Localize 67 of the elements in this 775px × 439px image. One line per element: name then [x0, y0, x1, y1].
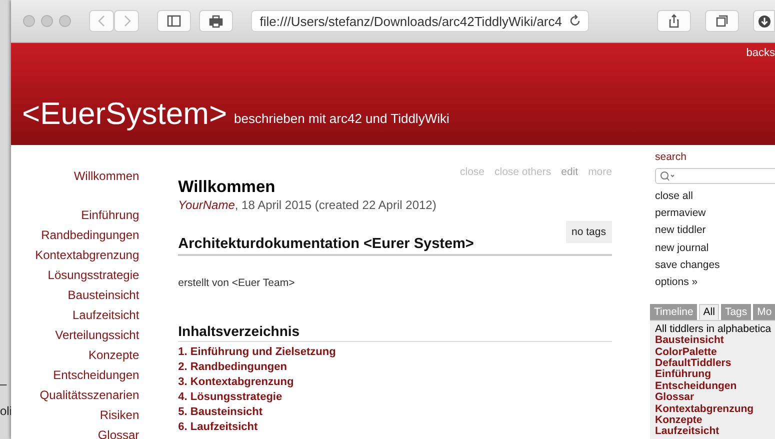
zoom-icon[interactable] [59, 15, 71, 27]
tiddler-link[interactable]: Kontextabgrenzung [655, 404, 775, 416]
sidebar-option[interactable]: close all [655, 188, 775, 206]
share-icon [667, 14, 681, 28]
print-button[interactable] [199, 10, 233, 32]
tiddler-link[interactable]: Konzepte [655, 415, 775, 426]
toc-link[interactable]: 3. Kontextabgrenzung [178, 375, 612, 390]
background-text: – [0, 377, 7, 391]
toc-link[interactable]: 4. Lösungsstrategie [178, 390, 612, 405]
tiddler-link[interactable]: Entscheidungen [655, 380, 775, 392]
toc-link[interactable]: 6. Laufzeitsicht [178, 420, 612, 435]
section-heading: Inhaltsverzeichnis [178, 323, 612, 342]
share-button[interactable] [657, 10, 691, 32]
search-label: search [655, 151, 688, 163]
backstage-link[interactable]: backs [746, 47, 775, 59]
toc-link[interactable]: 1. Einführung und Zielsetzung [178, 345, 612, 360]
byline-text: erstellt von <Euer Team> [178, 277, 296, 289]
menu-link[interactable]: Lösungsstrategie [48, 265, 140, 285]
sidebar-option[interactable]: new journal [655, 240, 775, 257]
tabs-button[interactable] [705, 10, 739, 32]
menu-link[interactable]: Entscheidungen [53, 365, 140, 385]
menu-link[interactable]: Willkommen [74, 166, 140, 186]
printer-icon [209, 14, 223, 28]
tiddler-link[interactable]: ColorPalette [655, 346, 775, 358]
tiddler-subtitle: YourName, 18 April 2015 (created 22 April 2012) [178, 198, 438, 212]
close-icon[interactable] [23, 15, 35, 27]
menu-link[interactable]: Kontextabgrenzung [35, 245, 140, 265]
download-button[interactable] [753, 10, 775, 32]
menu-link[interactable]: Risiken [100, 405, 140, 425]
site-title: <EuerSystem> [22, 98, 228, 129]
background-text: oli [0, 404, 12, 418]
tags-box: no tags [566, 221, 612, 243]
menu-link[interactable]: Glossar [98, 425, 140, 439]
menu-link[interactable]: Konzepte [88, 345, 140, 365]
sidebar-option[interactable]: new tiddler [655, 222, 775, 240]
toc-link[interactable]: 5. Bausteinsicht [178, 405, 612, 420]
list-caption: All tiddlers in alphabetica [655, 323, 772, 336]
tiddler-link[interactable]: Einführung [655, 369, 775, 381]
tiddler-link[interactable]: DefaultTiddlers [655, 358, 775, 370]
menu-link[interactable]: Einführung [81, 205, 140, 225]
sidebar-option[interactable]: options » [655, 274, 775, 292]
download-icon [758, 14, 770, 28]
tabs-icon [715, 14, 729, 28]
menu-link[interactable]: Qualitätsszenarien [40, 385, 140, 405]
sidebar-icon [167, 14, 181, 28]
site-subtitle: beschrieben mit arc42 und TiddlyWiki [234, 111, 450, 128]
menu-link[interactable]: Bausteinsicht [68, 285, 140, 305]
menu-link[interactable]: Verteilungssicht [55, 325, 140, 345]
sidebar-option[interactable]: save changes [655, 256, 775, 274]
minimize-icon[interactable] [41, 15, 53, 27]
forward-button[interactable] [114, 10, 139, 32]
search-icon [660, 171, 676, 181]
sidebar-button[interactable] [157, 10, 191, 32]
section-heading: Architekturdokumentation <Eurer System> [178, 236, 612, 256]
tiddler-title: Willkommen [178, 178, 276, 197]
menu-link[interactable]: Laufzeitsicht [72, 305, 140, 325]
sidebar-option[interactable]: permaview [655, 205, 775, 222]
menu-link[interactable]: Randbedingungen [41, 225, 140, 245]
tiddler-link[interactable]: Laufzeitsicht [655, 426, 775, 438]
search-field[interactable] [655, 168, 775, 184]
toc-link[interactable]: 2. Randbedingungen [178, 360, 612, 375]
tiddler-link[interactable]: Bausteinsicht [655, 335, 775, 347]
back-button[interactable] [89, 10, 114, 32]
tiddler-link[interactable]: Glossar [655, 392, 775, 404]
reload-icon [568, 14, 582, 28]
sidebar-tab[interactable]: All [699, 304, 719, 320]
address-bar[interactable]: file:///Users/stefanz/Downloads/arc42TiddlyWiki/arc4 [251, 10, 589, 32]
